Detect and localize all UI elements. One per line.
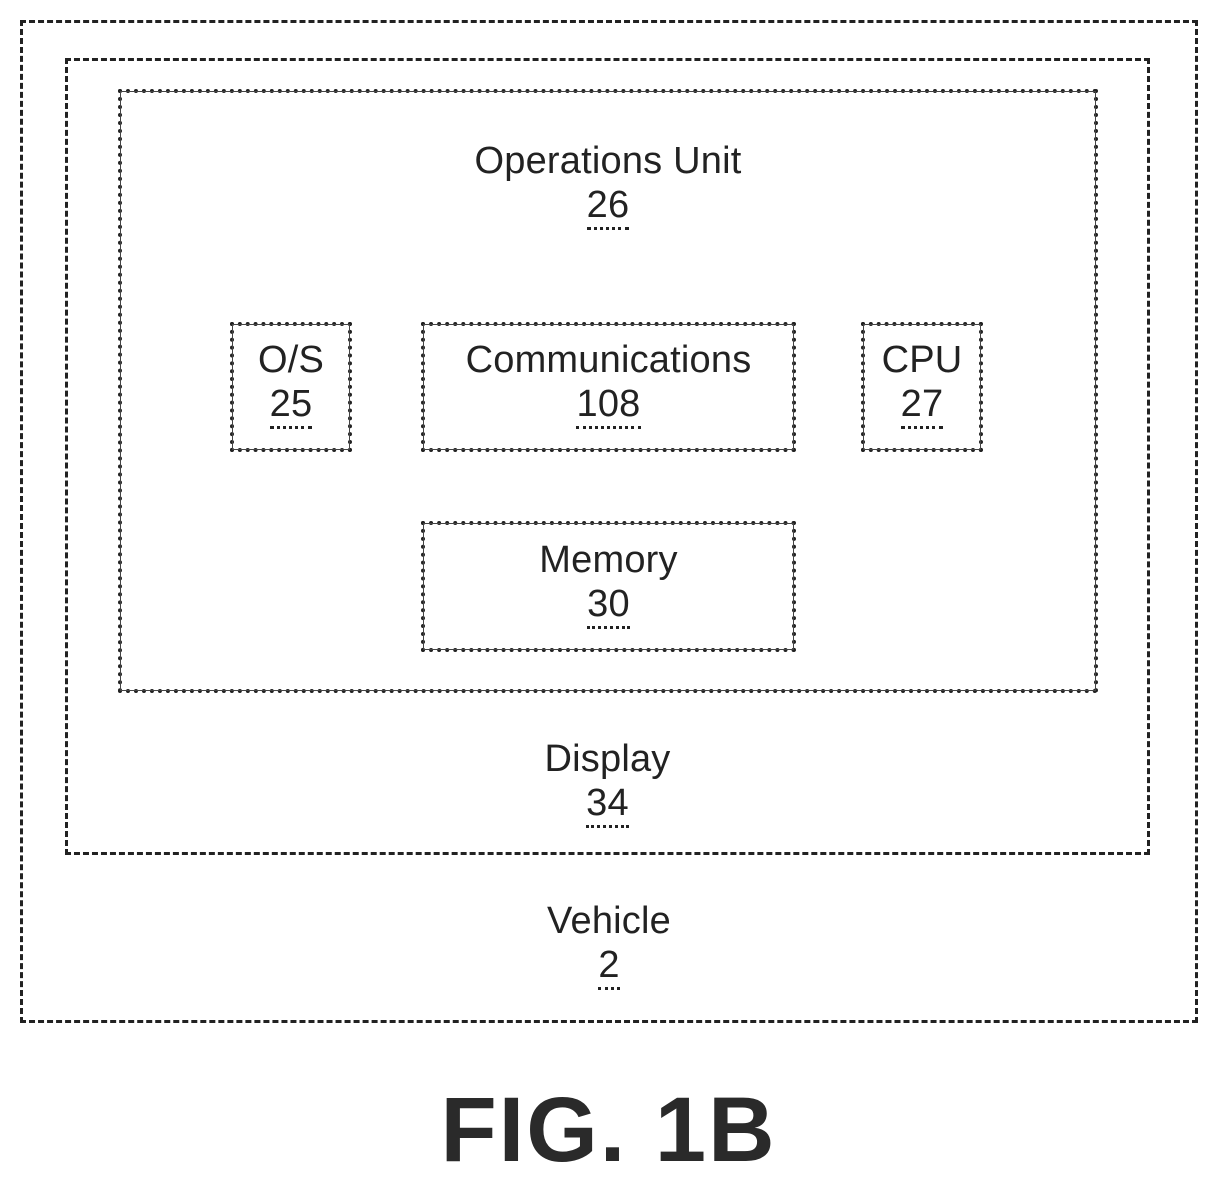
vehicle-ref: 2 xyxy=(598,945,620,990)
cpu-title: CPU xyxy=(881,339,963,381)
os-label: O/S 25 xyxy=(234,338,348,429)
vehicle-title: Vehicle xyxy=(547,900,671,942)
operations-unit-title: Operations Unit xyxy=(474,140,742,182)
figure-label: FIG. 1B xyxy=(440,1079,777,1181)
memory-box: Memory 30 xyxy=(421,521,796,652)
cpu-ref: 27 xyxy=(900,384,944,429)
os-title: O/S xyxy=(257,339,325,381)
cpu-box: CPU 27 xyxy=(861,322,983,452)
communications-ref: 108 xyxy=(576,384,641,429)
display-title: Display xyxy=(544,738,671,780)
display-label: Display 34 xyxy=(68,737,1147,828)
communications-title: Communications xyxy=(465,339,752,381)
cpu-label: CPU 27 xyxy=(865,338,979,429)
os-box: O/S 25 xyxy=(230,322,352,452)
communications-box: Communications 108 xyxy=(421,322,796,452)
memory-label: Memory 30 xyxy=(425,538,792,629)
communications-label: Communications 108 xyxy=(425,338,792,429)
operations-unit-label: Operations Unit 26 xyxy=(122,139,1094,230)
operations-unit-ref: 26 xyxy=(586,185,630,230)
memory-ref: 30 xyxy=(587,584,630,629)
os-ref: 25 xyxy=(269,384,313,429)
memory-title: Memory xyxy=(539,539,678,581)
display-ref: 34 xyxy=(586,783,629,828)
vehicle-label: Vehicle 2 xyxy=(23,899,1195,990)
